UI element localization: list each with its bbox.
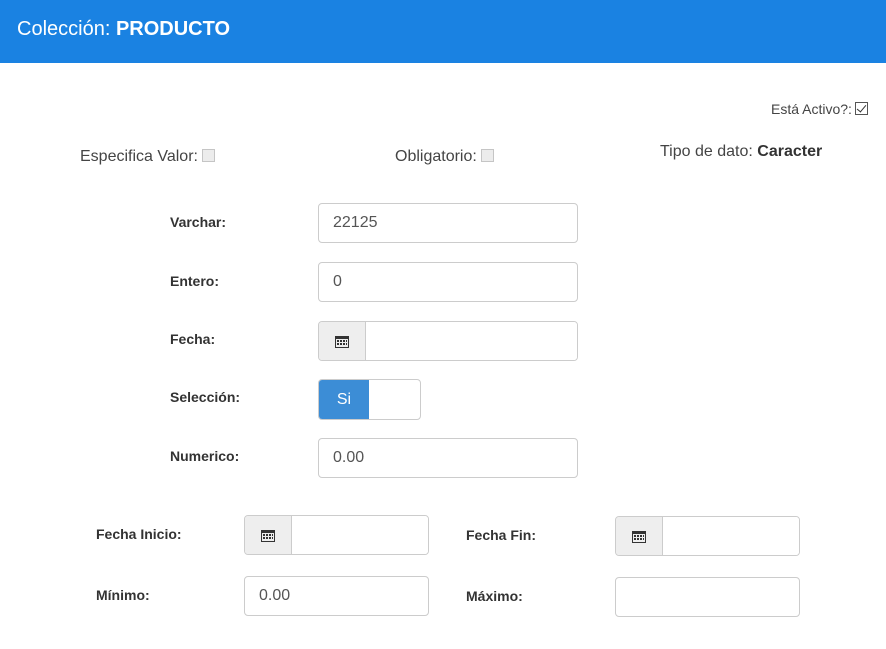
fecha-fin-calendar-button[interactable] (616, 517, 663, 555)
fecha-inicio-label: Fecha Inicio: (96, 526, 182, 542)
fecha-input[interactable] (366, 322, 577, 360)
calendar-icon (632, 531, 646, 543)
active-label: Está Activo?: (771, 101, 852, 117)
required-label: Obligatorio: (395, 148, 477, 165)
active-checkbox[interactable] (854, 102, 868, 115)
specify-value-label: Especifica Valor: (80, 148, 198, 165)
fecha-fin-label: Fecha Fin: (466, 527, 537, 543)
page-title: Colección: PRODUCTO (17, 17, 230, 41)
seleccion-label: Selección: (170, 389, 241, 405)
fecha-label: Fecha: (170, 331, 216, 347)
required-flag: Obligatorio: (395, 148, 494, 166)
specify-value-flag: Especifica Valor: (80, 148, 215, 166)
collection-header: Colección: PRODUCTO (0, 0, 886, 63)
minimo-label: Mínimo: (96, 587, 150, 603)
page: Colección: PRODUCTO Está Activo?: Especi… (0, 0, 886, 649)
datatype-value: Caracter (757, 143, 823, 160)
fecha-inicio-calendar-button[interactable] (245, 516, 292, 554)
numerico-label: Numerico: (170, 448, 240, 464)
fecha-fin-date-picker (615, 516, 800, 556)
calendar-icon (335, 336, 349, 348)
collection-name: PRODUCTO (115, 18, 231, 40)
maximo-label: Máximo: (466, 588, 523, 604)
varchar-label: Varchar: (170, 214, 227, 230)
datatype-info: Tipo de dato: Caracter (660, 143, 822, 161)
seleccion-toggle[interactable]: Si (318, 379, 421, 420)
required-checkbox[interactable] (480, 149, 494, 162)
title-prefix: Colección: (17, 18, 111, 40)
fecha-calendar-button[interactable] (319, 322, 366, 360)
fecha-inicio-date-picker (244, 515, 429, 555)
seleccion-toggle-on: Si (319, 380, 369, 419)
maximo-input[interactable] (615, 577, 800, 617)
specify-value-checkbox[interactable] (201, 149, 215, 162)
calendar-icon (261, 530, 275, 542)
varchar-input[interactable]: 22125 (318, 203, 578, 243)
entero-label: Entero: (170, 273, 219, 289)
fecha-fin-input[interactable] (663, 517, 799, 555)
minimo-input[interactable]: 0.00 (244, 576, 429, 616)
datatype-label: Tipo de dato: (660, 143, 753, 160)
active-flag: Está Activo?: (771, 101, 868, 117)
fecha-inicio-input[interactable] (292, 516, 428, 554)
fecha-date-picker (318, 321, 578, 361)
numerico-input[interactable]: 0.00 (318, 438, 578, 478)
entero-input[interactable]: 0 (318, 262, 578, 302)
